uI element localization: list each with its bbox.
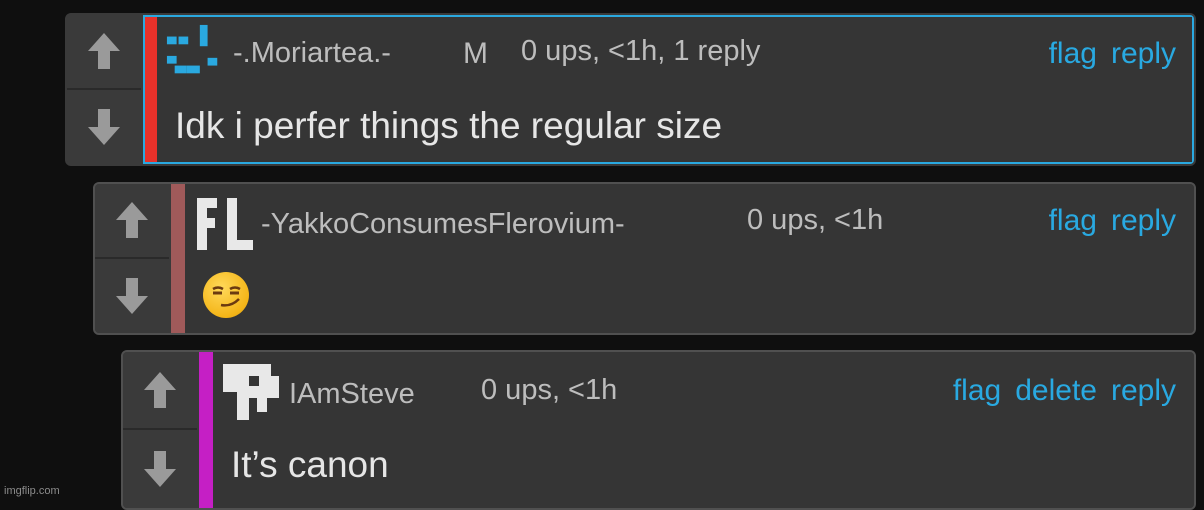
comment-text: Idk i perfer things the regular size [175, 105, 723, 146]
comment-2: -YakkoConsumesFlerovium- 0 ups, <1h flag… [93, 182, 1196, 335]
comment-text: It’s canon [231, 444, 389, 485]
comment-body: -YakkoConsumesFlerovium- 0 ups, <1h flag… [185, 184, 1194, 333]
user-badge: M [463, 37, 488, 70]
comment-1: -.Moriartea.- M 0 ups, <1h, 1 reply flag… [65, 13, 1196, 166]
comment-meta: 0 ups, <1h [481, 374, 618, 406]
arrow-down-icon [116, 277, 148, 314]
upvote-button[interactable] [95, 184, 169, 259]
reply-link[interactable]: reply [1111, 374, 1176, 408]
downvote-button[interactable] [95, 259, 169, 334]
vote-column [95, 184, 169, 333]
arrow-up-icon [144, 372, 176, 408]
arrow-up-icon [88, 33, 120, 70]
flag-link[interactable]: flag [1049, 37, 1097, 71]
comment-body: -.Moriartea.- M 0 ups, <1h, 1 reply flag… [157, 15, 1194, 164]
thread-stripe [171, 184, 185, 333]
thread-stripe [143, 15, 157, 164]
delete-link[interactable]: delete [1015, 374, 1097, 408]
username[interactable]: -.Moriartea.- [233, 37, 391, 70]
comment-meta: 0 ups, <1h [747, 204, 884, 236]
vote-column [67, 15, 141, 164]
arrow-up-icon [116, 202, 148, 239]
downvote-button[interactable] [123, 430, 197, 508]
downvote-button[interactable] [67, 90, 141, 165]
arrow-down-icon [88, 108, 120, 145]
watermark: imgflip.com [4, 485, 60, 497]
reply-link[interactable]: reply [1111, 204, 1176, 238]
arrow-down-icon [144, 451, 176, 487]
reply-link[interactable]: reply [1111, 37, 1176, 71]
flag-link[interactable]: flag [953, 374, 1001, 408]
thread-stripe [199, 352, 213, 508]
comment-meta: 0 ups, <1h, 1 reply [521, 35, 761, 67]
username[interactable]: IAmSteve [289, 378, 415, 411]
vote-column [123, 352, 197, 508]
username[interactable]: -YakkoConsumesFlerovium- [261, 208, 625, 241]
upvote-button[interactable] [123, 352, 197, 430]
comment-body: IAmSteve 0 ups, <1h flag delete reply It… [213, 352, 1194, 508]
comment-3: IAmSteve 0 ups, <1h flag delete reply It… [121, 350, 1196, 510]
flag-link[interactable]: flag [1049, 204, 1097, 238]
upvote-button[interactable] [67, 15, 141, 90]
